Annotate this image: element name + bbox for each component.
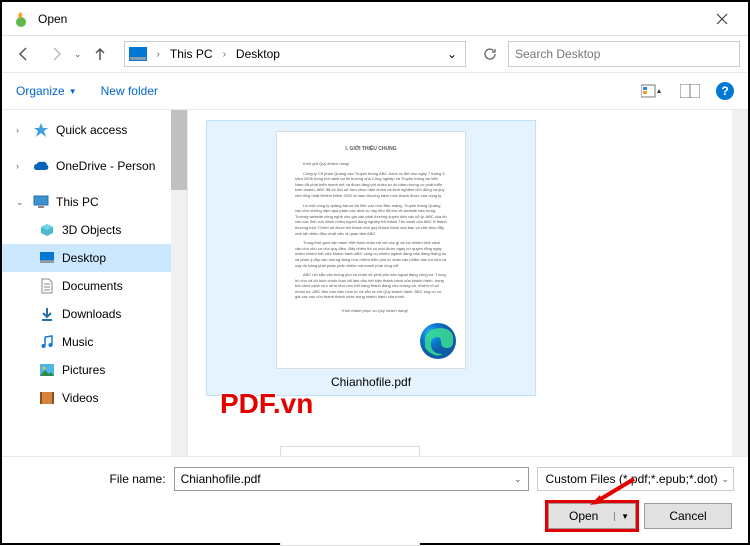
breadcrumb-this-pc[interactable]: This PC [166, 47, 217, 61]
monitor-icon [129, 47, 147, 61]
document-icon [38, 277, 56, 295]
download-icon [38, 305, 56, 323]
chevron-right-icon: › [153, 49, 164, 60]
refresh-button[interactable] [476, 40, 504, 68]
file-item[interactable]: I. GIỚI THIỆU CHUNG Kính gửi Quý khách h… [206, 120, 536, 396]
file-list[interactable]: I. GIỚI THIỆU CHUNG Kính gửi Quý khách h… [188, 110, 748, 456]
sidebar-item-label: Pictures [62, 363, 105, 377]
chevron-right-icon: › [16, 161, 26, 171]
chevron-right-icon: › [219, 49, 230, 60]
close-button[interactable] [700, 4, 744, 34]
sidebar-item-this-pc[interactable]: ⌄ This PC [2, 188, 187, 216]
sidebar-item-videos[interactable]: Videos [2, 384, 187, 412]
sidebar-item-quick-access[interactable]: › Quick access [2, 116, 187, 144]
file-type-filter[interactable]: Custom Files (*.pdf;*.epub;*.dot) ⌄ [537, 467, 734, 491]
new-folder-button[interactable]: New folder [101, 84, 158, 98]
view-mode-button[interactable] [640, 81, 664, 101]
open-split-dropdown[interactable]: ▼ [614, 512, 629, 521]
filename-input[interactable]: Chianhofile.pdf ⌄ [174, 467, 529, 491]
search-input[interactable] [508, 41, 740, 67]
breadcrumb[interactable]: › This PC › Desktop ⌄ [124, 41, 466, 67]
cancel-button[interactable]: Cancel [644, 503, 732, 529]
up-button[interactable] [86, 40, 114, 68]
sidebar-item-label: Videos [62, 391, 98, 405]
sidebar-item-onedrive[interactable]: › OneDrive - Person [2, 152, 187, 180]
sidebar-item-desktop[interactable]: Desktop [2, 244, 187, 272]
file-name-label: Chianhofile.pdf [207, 375, 535, 389]
picture-icon [38, 361, 56, 379]
window-title: Open [38, 12, 700, 26]
edge-icon [417, 320, 459, 362]
combo-dropdown-icon[interactable]: ⌄ [721, 474, 729, 485]
desktop-icon [38, 249, 56, 267]
help-button[interactable]: ? [716, 82, 734, 100]
history-dropdown[interactable]: ⌄ [74, 49, 82, 60]
video-icon [38, 389, 56, 407]
forward-button[interactable] [42, 40, 70, 68]
open-button[interactable]: Open ▼ [548, 503, 636, 529]
sidebar-item-label: Quick access [56, 123, 127, 137]
music-icon [38, 333, 56, 351]
filename-label: File name: [16, 472, 166, 486]
sidebar-item-3d-objects[interactable]: 3D Objects [2, 216, 187, 244]
filename-value: Chianhofile.pdf [181, 472, 261, 486]
sidebar-item-downloads[interactable]: Downloads [2, 300, 187, 328]
star-icon [32, 121, 50, 139]
sidebar-item-label: Music [62, 335, 93, 349]
sidebar-item-music[interactable]: Music [2, 328, 187, 356]
sidebar-item-pictures[interactable]: Pictures [2, 356, 187, 384]
sidebar-item-documents[interactable]: Documents [2, 272, 187, 300]
cloud-icon [32, 157, 50, 175]
combo-dropdown-icon[interactable]: ⌄ [514, 474, 522, 485]
sidebar-item-label: Desktop [62, 251, 106, 265]
chevron-down-icon: ⌄ [16, 197, 26, 208]
sidebar-item-label: 3D Objects [62, 223, 121, 237]
breadcrumb-dropdown[interactable]: ⌄ [443, 47, 461, 61]
open-label: Open [569, 509, 598, 523]
preview-pane-button[interactable] [678, 81, 702, 101]
filter-label: Custom Files (*.pdf;*.epub;*.dot) [546, 472, 718, 486]
back-button[interactable] [10, 40, 38, 68]
sidebar-item-label: This PC [56, 195, 99, 209]
breadcrumb-desktop[interactable]: Desktop [232, 47, 284, 61]
organize-menu[interactable]: Organize ▼ [16, 84, 77, 98]
chevron-right-icon: › [16, 125, 26, 135]
file-thumbnail: I. GIỚI THIỆU CHUNG Kính gửi Quý khách h… [276, 131, 466, 369]
cube-icon [38, 221, 56, 239]
app-icon [12, 10, 30, 28]
organize-label: Organize [16, 84, 65, 98]
sidebar-scrollbar-thumb[interactable] [171, 110, 187, 190]
monitor-icon [32, 193, 50, 211]
content-scrollbar[interactable] [732, 110, 748, 456]
sidebar-item-label: OneDrive - Person [56, 159, 155, 173]
sidebar-item-label: Downloads [62, 307, 121, 321]
navigation-pane: › Quick access › OneDrive - Person ⌄ Thi… [2, 110, 188, 456]
sidebar-item-label: Documents [62, 279, 123, 293]
watermark: PDF.vn [220, 388, 313, 420]
